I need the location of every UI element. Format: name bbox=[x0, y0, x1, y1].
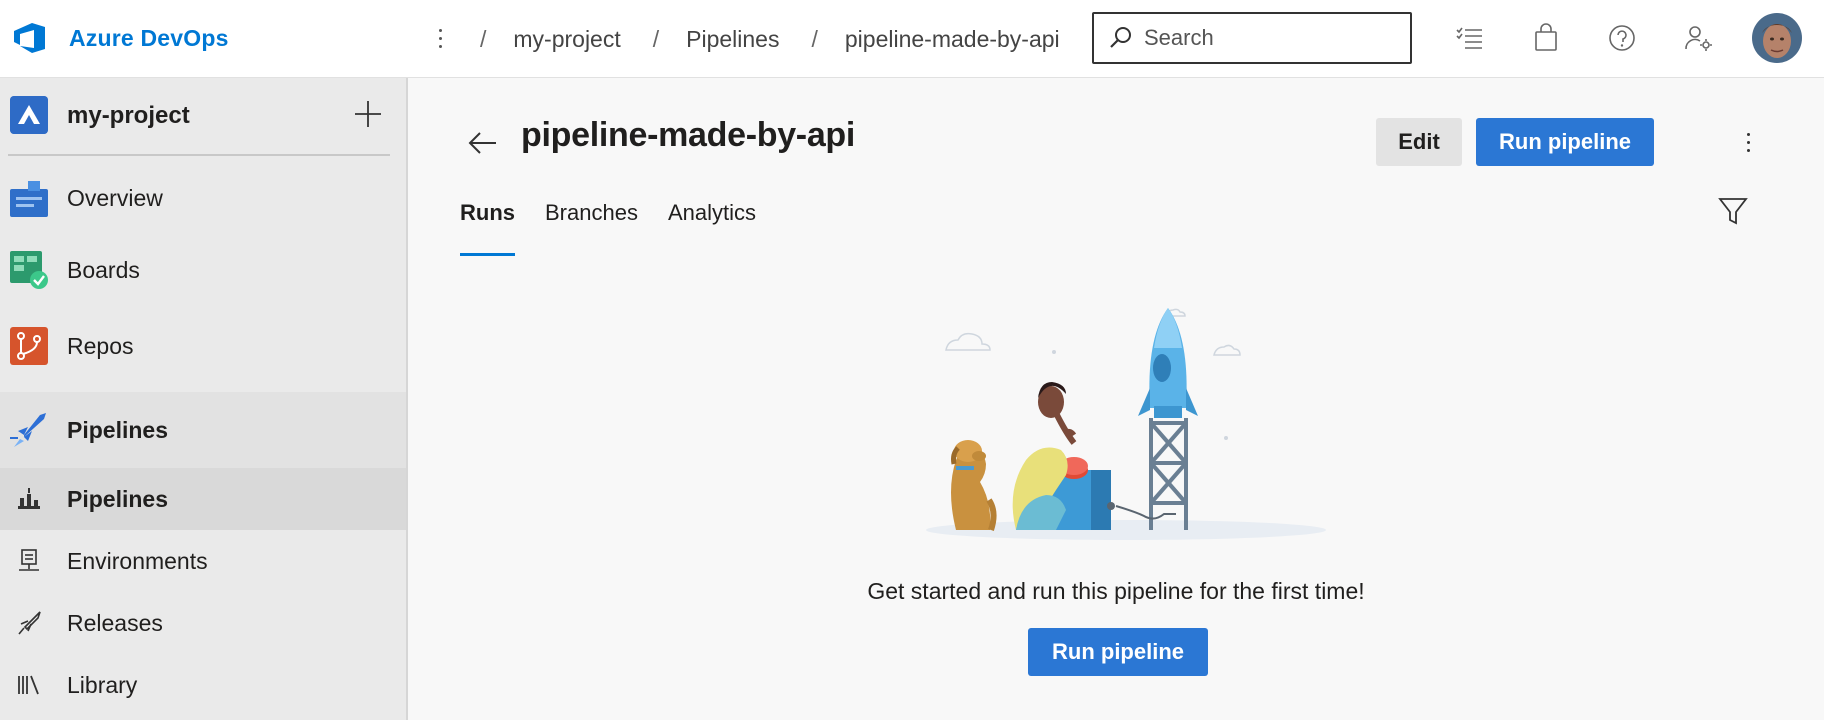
sidebar-item-environments[interactable]: Environments bbox=[0, 530, 406, 592]
tab-branches[interactable]: Branches bbox=[545, 196, 638, 246]
breadcrumb-separator: / bbox=[652, 25, 660, 52]
overview-icon bbox=[10, 181, 48, 217]
sidebar-item-overview[interactable]: Overview bbox=[0, 164, 406, 232]
search-box[interactable] bbox=[1092, 12, 1412, 64]
divider bbox=[8, 154, 390, 156]
sidebar-item-label: Overview bbox=[67, 185, 163, 211]
sidebar-item-pipelines-sub[interactable]: Pipelines bbox=[0, 468, 406, 530]
add-icon[interactable] bbox=[352, 98, 384, 130]
tab-analytics[interactable]: Analytics bbox=[668, 196, 756, 246]
app-name: Azure DevOps bbox=[69, 24, 229, 51]
edit-button[interactable]: Edit bbox=[1376, 118, 1462, 166]
empty-state-illustration bbox=[926, 308, 1326, 540]
pipelines-icon bbox=[10, 413, 46, 447]
help-icon[interactable] bbox=[1606, 22, 1638, 54]
sidebar-item-releases[interactable]: Releases bbox=[0, 592, 406, 654]
empty-state-message: Get started and run this pipeline for th… bbox=[867, 578, 1365, 604]
task-list-icon[interactable] bbox=[1454, 22, 1486, 54]
avatar[interactable] bbox=[1752, 13, 1802, 63]
sidebar-item-label: Pipelines bbox=[67, 486, 168, 512]
tab-runs[interactable]: Runs bbox=[460, 196, 515, 256]
run-pipeline-button[interactable]: Run pipeline bbox=[1476, 118, 1654, 166]
avatar-image bbox=[1752, 13, 1802, 63]
releases-icon bbox=[18, 611, 41, 635]
environments-icon bbox=[19, 549, 39, 571]
sidebar-item-label: Releases bbox=[67, 610, 163, 636]
boards-icon bbox=[10, 251, 48, 289]
breadcrumb-separator: / bbox=[811, 25, 818, 52]
pipelines-sub-icon bbox=[18, 488, 40, 509]
sidebar-item-label: Pipelines bbox=[67, 417, 168, 443]
project-icon bbox=[10, 96, 48, 134]
sidebar: my-project Overview Boards Repos Pipelin… bbox=[0, 78, 408, 720]
azure-devops-logo-icon bbox=[14, 23, 45, 53]
sidebar-item-label: Library bbox=[67, 672, 138, 698]
back-arrow-icon[interactable] bbox=[466, 126, 500, 160]
sidebar-item-label: Boards bbox=[67, 257, 140, 283]
run-pipeline-empty-button[interactable]: Run pipeline bbox=[1028, 628, 1208, 676]
filter-icon[interactable] bbox=[1716, 194, 1750, 228]
search-input[interactable] bbox=[1144, 25, 1404, 51]
breadcrumb-pipelines[interactable]: Pipelines bbox=[686, 26, 779, 53]
search-icon bbox=[1110, 27, 1131, 48]
project-name: my-project bbox=[67, 102, 190, 129]
library-icon bbox=[18, 675, 39, 695]
tab-bar: Runs Branches Analytics bbox=[460, 196, 786, 256]
top-bar: Azure DevOps / my-project / Pipelines / … bbox=[0, 0, 1824, 78]
brand[interactable]: Azure DevOps bbox=[12, 20, 229, 56]
sidebar-item-boards[interactable]: Boards bbox=[0, 232, 406, 308]
more-options-icon[interactable] bbox=[430, 20, 450, 56]
page-title: pipeline-made-by-api bbox=[521, 116, 856, 154]
project-header[interactable]: my-project bbox=[0, 78, 406, 154]
sidebar-item-repos[interactable]: Repos bbox=[0, 308, 406, 384]
sidebar-item-library[interactable]: Library bbox=[0, 654, 406, 716]
shopping-bag-icon[interactable] bbox=[1530, 22, 1562, 54]
breadcrumb-pipeline[interactable]: pipeline-made-by-api bbox=[845, 26, 1060, 53]
breadcrumb-separator: / bbox=[480, 25, 487, 52]
sidebar-item-label: Environments bbox=[67, 548, 208, 574]
breadcrumb-project[interactable]: my-project bbox=[513, 26, 620, 53]
sidebar-item-label: Repos bbox=[67, 333, 134, 359]
repos-icon bbox=[10, 327, 48, 365]
main-content: pipeline-made-by-api Edit Run pipeline R… bbox=[408, 78, 1824, 720]
more-actions-icon[interactable] bbox=[1738, 124, 1758, 160]
user-settings-icon[interactable] bbox=[1682, 22, 1714, 54]
sidebar-item-pipelines[interactable]: Pipelines bbox=[0, 392, 406, 468]
breadcrumb: / my-project / Pipelines / pipeline-made… bbox=[475, 0, 1060, 78]
